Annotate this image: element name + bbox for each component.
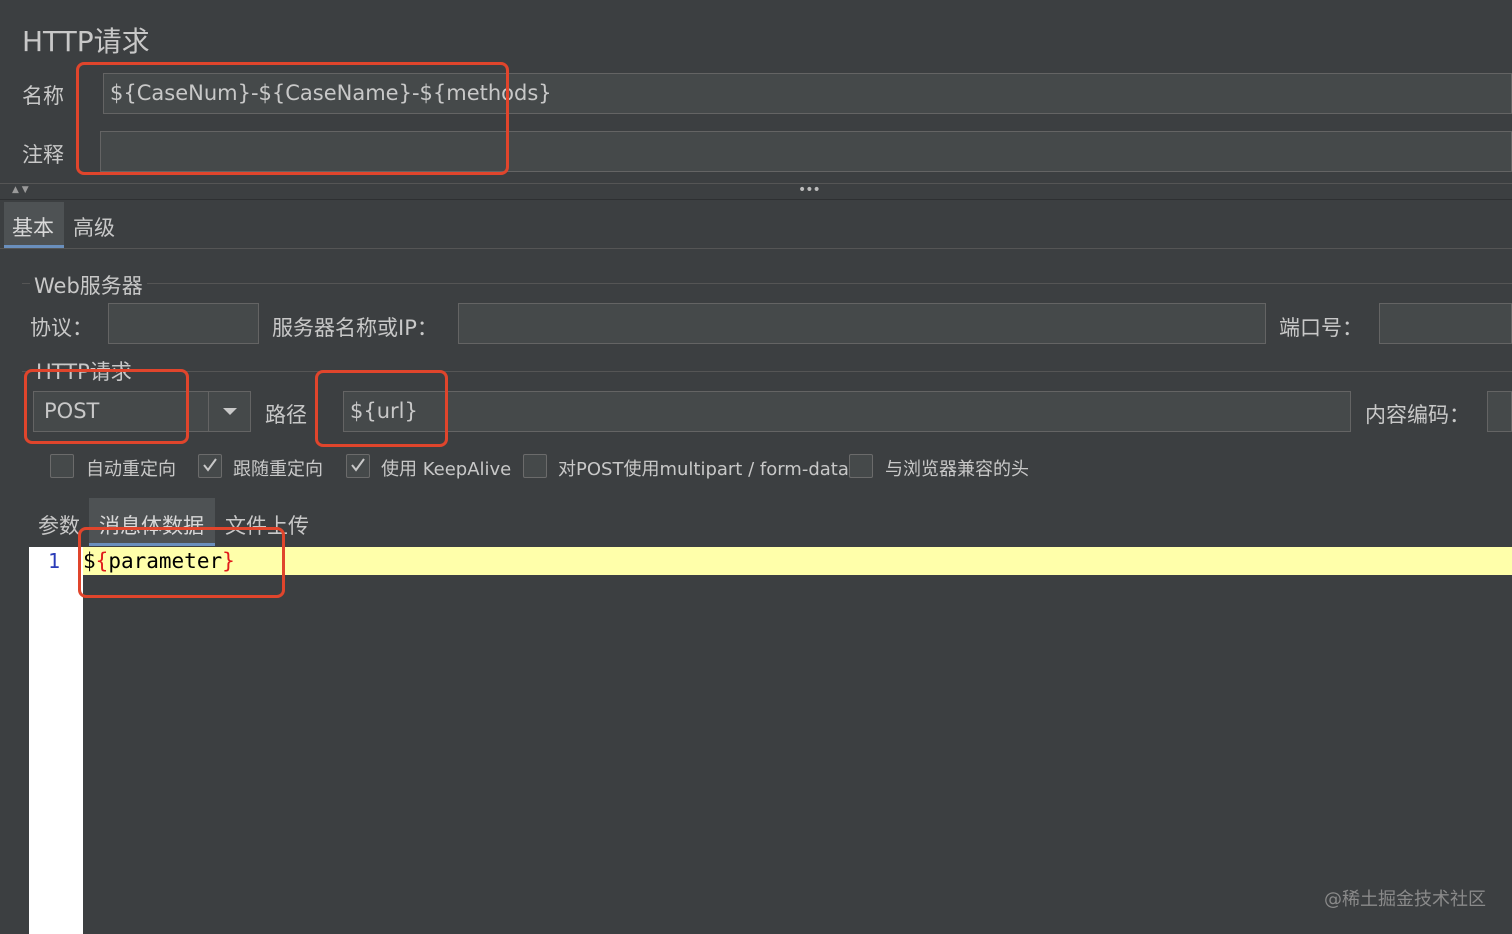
http-request-group-line <box>22 371 1512 372</box>
subtab-parameters[interactable]: 参数 <box>38 510 80 540</box>
comment-input[interactable] <box>100 131 1512 172</box>
chevron-down-icon <box>223 408 237 415</box>
code-close-brace: } <box>222 549 235 573</box>
web-server-group-line <box>22 283 1512 284</box>
tab-basic[interactable]: 基本 <box>4 202 64 248</box>
protocol-label: 协议： <box>30 316 93 340</box>
keepalive-label: 使用 KeepAlive <box>381 459 512 480</box>
subtab-file-upload[interactable]: 文件上传 <box>225 510 309 540</box>
web-server-group-label: Web服务器 <box>30 270 147 300</box>
splitter-grip-icon[interactable]: ••• <box>798 182 821 198</box>
port-label: 端口号： <box>1279 316 1363 340</box>
name-input[interactable]: ${CaseNum}-${CaseName}-${methods} <box>103 73 1512 114</box>
watermark: @稀土掘金技术社区 <box>1324 889 1486 910</box>
line-number: 1 <box>48 549 61 573</box>
editor-current-line[interactable]: ${parameter} <box>83 547 1512 575</box>
auto-redirect-checkbox[interactable] <box>50 454 74 478</box>
server-input[interactable] <box>458 303 1266 344</box>
browser-compatible-headers-checkbox[interactable] <box>849 454 873 478</box>
path-label: 路径 <box>265 403 307 427</box>
protocol-input[interactable] <box>108 303 259 344</box>
http-request-group-label: HTTP请求 <box>34 356 134 386</box>
panel-title: HTTP请求 <box>22 25 150 58</box>
subtab-body-data[interactable]: 消息体数据 <box>89 498 215 546</box>
browser-compatible-headers-label: 与浏览器兼容的头 <box>885 459 1029 480</box>
tab-strip-border <box>0 248 1512 249</box>
server-label: 服务器名称或IP： <box>272 316 438 340</box>
keepalive-checkbox[interactable] <box>346 454 370 478</box>
tab-advanced[interactable]: 高级 <box>73 212 115 242</box>
follow-redirect-checkbox[interactable] <box>198 454 222 478</box>
splitter-line-bottom <box>0 199 1512 200</box>
tab-basic-label: 基本 <box>12 216 54 240</box>
collapse-arrows-icon[interactable]: ▲ ▼ <box>12 185 29 195</box>
name-label: 名称 <box>22 84 64 108</box>
multipart-label: 对POST使用multipart / form-data <box>558 459 849 480</box>
code-dollar: $ <box>83 549 96 573</box>
encoding-input[interactable] <box>1487 391 1512 432</box>
path-input[interactable]: ${url} <box>343 391 1351 432</box>
code-open-brace: { <box>95 549 109 573</box>
splitter-line <box>0 183 1512 184</box>
subtab-body-data-label: 消息体数据 <box>99 514 204 538</box>
follow-redirect-label: 跟随重定向 <box>233 459 323 480</box>
checkmark-icon <box>351 458 365 472</box>
encoding-label: 内容编码： <box>1365 403 1470 427</box>
code-variable: parameter <box>108 549 223 573</box>
checkmark-icon <box>203 458 217 472</box>
method-dropdown-button[interactable] <box>208 392 251 431</box>
multipart-checkbox[interactable] <box>523 454 547 478</box>
comment-label: 注释 <box>22 143 64 167</box>
auto-redirect-label: 自动重定向 <box>86 459 176 480</box>
port-input[interactable] <box>1379 303 1512 344</box>
editor-area[interactable] <box>83 547 1512 934</box>
editor-gutter: 1 <box>29 547 83 934</box>
